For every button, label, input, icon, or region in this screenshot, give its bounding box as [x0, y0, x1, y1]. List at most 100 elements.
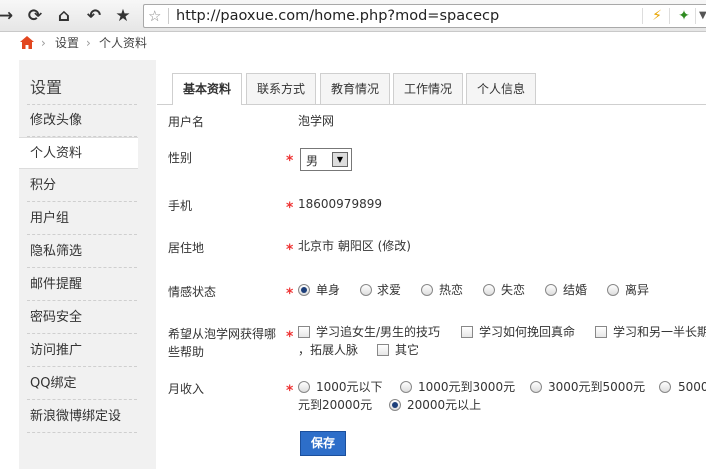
radio-income-5000-20000-label[interactable]: 5000: [678, 380, 706, 394]
checkbox-win-back-label[interactable]: 学习如何挽回真命: [479, 325, 575, 339]
radio-courting[interactable]: [360, 284, 372, 296]
radio-married-label[interactable]: 结婚: [563, 283, 587, 297]
bookmark-star-icon[interactable]: ★: [111, 4, 135, 28]
sidebar-item-privacy[interactable]: 隐私筛选: [19, 236, 137, 268]
phone-label: 手机: [168, 199, 193, 213]
undo-icon[interactable]: ↶: [82, 4, 106, 28]
radio-single[interactable]: [298, 284, 310, 296]
sidebar-item-label: 新浪微博绑定设: [30, 409, 122, 424]
save-button[interactable]: 保存: [300, 431, 346, 456]
radio-divorced-label[interactable]: 离异: [625, 283, 649, 297]
radio-divorced[interactable]: [607, 284, 619, 296]
radio-courting-label[interactable]: 求爱: [377, 283, 401, 297]
residence-value[interactable]: 北京市 朝阳区 (修改): [298, 237, 411, 255]
sidebar-item-usergroup[interactable]: 用户组: [19, 203, 137, 235]
reload-icon[interactable]: ⟳: [23, 4, 47, 28]
radio-heartbroken[interactable]: [483, 284, 495, 296]
required-mark: *: [286, 200, 294, 216]
radio-in-love[interactable]: [421, 284, 433, 296]
chevron-down-icon[interactable]: ▼: [699, 7, 706, 25]
chevron-right-icon: ›: [86, 36, 91, 50]
username-value: 泡学网: [298, 114, 335, 128]
star-outline-icon[interactable]: ☆: [148, 7, 161, 25]
extension-icon[interactable]: ✦: [674, 7, 694, 25]
checkbox-dating-skills[interactable]: [298, 326, 310, 338]
username-label: 用户名: [168, 115, 205, 129]
chevron-down-icon[interactable]: ▼: [332, 152, 348, 167]
required-mark: *: [286, 153, 294, 169]
checkbox-long-term-label[interactable]: 学习和另一半长期: [613, 325, 706, 339]
checkbox-other-label[interactable]: 其它: [395, 343, 419, 357]
radio-single-label[interactable]: 单身: [316, 283, 340, 297]
radio-income-3000-5000[interactable]: [530, 381, 542, 393]
radio-income-below-1000-label[interactable]: 1000元以下: [316, 380, 383, 394]
wants-label-line1: 希望从泡学网获得哪: [168, 327, 277, 341]
income-label: 月收入: [168, 382, 205, 396]
residence-label: 居住地: [168, 241, 205, 255]
required-mark: *: [286, 329, 294, 345]
checkbox-long-term[interactable]: [595, 326, 607, 338]
sidebar-item-password[interactable]: 密码安全: [19, 302, 137, 334]
sidebar-item-avatar[interactable]: 修改头像: [19, 105, 137, 137]
wants-label-line2: 些帮助: [168, 345, 205, 359]
radio-in-love-label[interactable]: 热恋: [439, 283, 463, 297]
radio-income-5000-20000[interactable]: [659, 381, 671, 393]
tab-education[interactable]: 教育情况: [320, 73, 390, 104]
sidebar-item-label: 个人资料: [30, 146, 83, 161]
required-mark: *: [286, 286, 294, 302]
radio-income-below-1000[interactable]: [298, 381, 310, 393]
breadcrumb: › 设置 › 个人资料: [0, 33, 706, 53]
sidebar-item-label: 用户组: [30, 211, 70, 226]
breadcrumb-settings[interactable]: 设置: [55, 33, 79, 53]
checkbox-dating-skills-label[interactable]: 学习追女生/男生的技巧: [316, 325, 440, 339]
checkbox-other[interactable]: [377, 344, 389, 356]
radio-married[interactable]: [545, 284, 557, 296]
gender-select[interactable]: 男 ▼: [300, 148, 352, 171]
radio-income-above-20000[interactable]: [389, 399, 401, 411]
chevron-right-icon: ›: [41, 36, 46, 50]
url-divider: [642, 8, 643, 24]
url-divider: [695, 8, 696, 24]
checkbox-win-back[interactable]: [461, 326, 473, 338]
forward-icon[interactable]: →: [0, 4, 18, 28]
sidebar-item-label: 访问推广: [30, 343, 83, 358]
home-icon[interactable]: ⌂: [52, 4, 76, 28]
radio-income-1000-3000[interactable]: [400, 381, 412, 393]
sidebar-item-weibo[interactable]: 新浪微博绑定设: [19, 401, 137, 433]
sidebar-item-label: 密码安全: [30, 310, 83, 325]
sidebar-item-profile[interactable]: 个人资料: [19, 137, 138, 169]
tab-basic[interactable]: 基本资料: [172, 73, 242, 105]
browser-toolbar: → ⟳ ⌂ ↶ ★ ☆ http://paoxue.com/home.php?m…: [0, 0, 706, 32]
sidebar-item-qq[interactable]: QQ绑定: [19, 368, 137, 400]
sidebar-item-label: 修改头像: [30, 113, 83, 128]
sidebar-item-label: 邮件提醒: [30, 277, 83, 292]
radio-income-above-20000-label[interactable]: 20000元以上: [407, 398, 481, 412]
url-divider: [168, 8, 169, 24]
gender-select-value: 男: [306, 154, 319, 168]
url-text[interactable]: http://paoxue.com/home.php?mod=spacecp: [176, 7, 499, 26]
sidebar-item-promotion[interactable]: 访问推广: [19, 335, 137, 367]
radio-income-3000-5000-label[interactable]: 3000元到5000元: [548, 380, 645, 394]
phone-value: 18600979899: [298, 197, 382, 211]
required-mark: *: [286, 383, 294, 399]
radio-income-1000-3000-label[interactable]: 1000元到3000元: [418, 380, 515, 394]
address-bar[interactable]: ☆ http://paoxue.com/home.php?mod=spacecp…: [143, 4, 706, 28]
gender-label: 性别: [168, 151, 193, 165]
radio-income-5000-20000-label-cont[interactable]: 元到20000元: [298, 398, 372, 412]
url-divider: [669, 8, 670, 24]
radio-heartbroken-label[interactable]: 失恋: [501, 283, 525, 297]
home-icon[interactable]: [20, 36, 34, 49]
tab-contact[interactable]: 联系方式: [246, 73, 316, 104]
sidebar: 设置 修改头像 个人资料 积分 用户组 隐私筛选 邮件提醒 密码安全 访问推广 …: [19, 60, 156, 469]
sidebar-item-label: QQ绑定: [30, 376, 77, 391]
sidebar-item-email[interactable]: 邮件提醒: [19, 269, 137, 301]
lightning-icon[interactable]: ⚡: [647, 7, 667, 25]
required-mark: *: [286, 242, 294, 258]
tab-personal[interactable]: 个人信息: [466, 73, 536, 104]
checkbox-network-label[interactable]: ，拓展人脉: [298, 343, 358, 357]
sidebar-item-label: 积分: [30, 178, 57, 193]
sidebar-item-label: 隐私筛选: [30, 244, 83, 259]
tab-work[interactable]: 工作情况: [393, 73, 463, 104]
sidebar-item-credits[interactable]: 积分: [19, 170, 137, 202]
breadcrumb-profile[interactable]: 个人资料: [99, 33, 147, 53]
